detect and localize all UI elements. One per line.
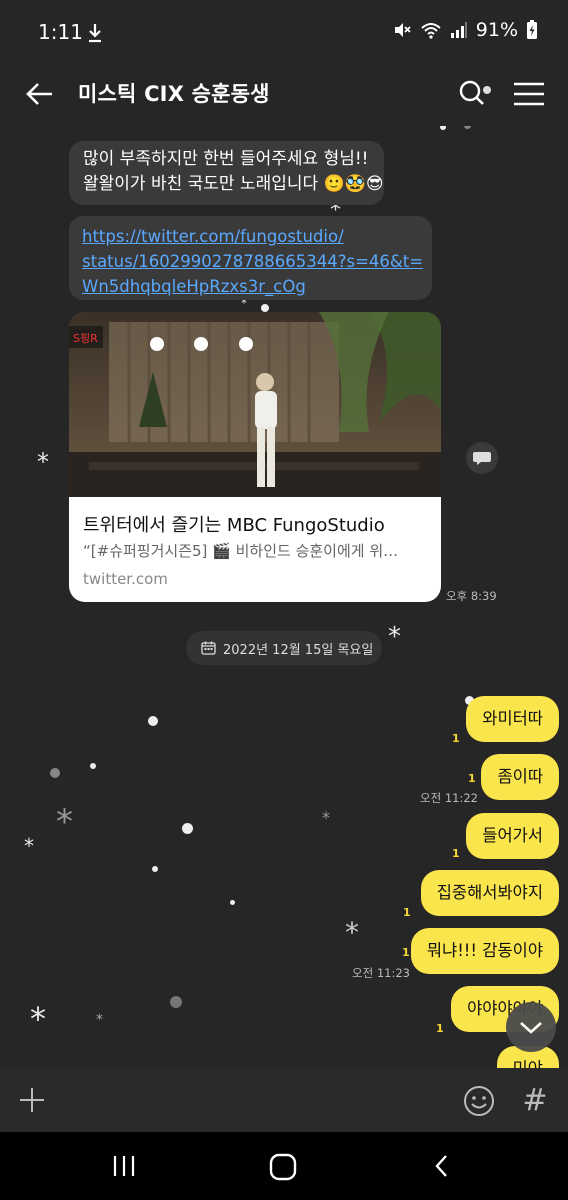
- chat-title: 미스틱 CIX 승훈동생: [78, 82, 270, 106]
- chevron-down-icon: [520, 1022, 542, 1034]
- snow-dot: [261, 304, 269, 312]
- message-time: 오전 11:23: [352, 966, 410, 980]
- unread-count: 1: [452, 732, 460, 745]
- date-separator: 2022년 12월 15일 목요일: [186, 631, 382, 665]
- recent-apps-icon[interactable]: [110, 1152, 138, 1180]
- snowflake-icon: *: [388, 622, 401, 652]
- back-arrow-icon[interactable]: [22, 76, 58, 112]
- unread-count: 1: [468, 772, 476, 785]
- battery-icon: [527, 20, 537, 39]
- status-bar: 1:11 91%: [0, 0, 568, 62]
- snow-dot: [170, 996, 182, 1008]
- emoji-icon[interactable]: [462, 1084, 496, 1118]
- share-button[interactable]: [466, 442, 498, 474]
- snowflake-icon: *: [96, 1012, 103, 1028]
- outgoing-message[interactable]: 좀이따: [481, 754, 559, 800]
- snow-dot: [50, 768, 60, 778]
- unread-count: 1: [402, 946, 410, 959]
- search-icon[interactable]: [456, 76, 496, 112]
- snow-dot: [440, 126, 446, 130]
- nav-back-icon[interactable]: [428, 1152, 456, 1180]
- calendar-icon: [201, 641, 216, 655]
- hash-icon[interactable]: #: [518, 1084, 552, 1118]
- message-time: 오전 11:22: [420, 791, 478, 805]
- signal-icon: [450, 22, 467, 38]
- snowflake-icon: *: [56, 802, 73, 842]
- link-line[interactable]: status/1602990278788665344?s=46&t=: [82, 249, 432, 274]
- unread-count: 1: [452, 847, 460, 860]
- link-line[interactable]: Wn5dhqbqleHpRzxs3r_cOg: [82, 274, 432, 299]
- date-label: 2022년 12월 15일 목요일: [223, 643, 374, 658]
- message-input[interactable]: [62, 1080, 446, 1122]
- snowflake-icon: *: [345, 916, 359, 949]
- status-icons: 91%: [392, 19, 538, 41]
- card-domain: twitter.com: [83, 570, 168, 588]
- chat-share-icon: [473, 452, 491, 465]
- snowflake-icon: *: [24, 834, 34, 858]
- battery-percent: 91%: [475, 19, 518, 41]
- download-icon: [89, 24, 101, 43]
- link-line[interactable]: https://twitter.com/fungostudio/: [82, 224, 432, 249]
- chat-area[interactable]: * * * * * * * * * * * 많이 부족하지만 한번 들어주세요 …: [0, 126, 568, 1068]
- message-input-bar: #: [0, 1068, 568, 1132]
- snow-dot: [148, 716, 158, 726]
- snowflake-icon: *: [30, 1000, 46, 1038]
- message-time: 오후 8:39: [446, 589, 497, 603]
- outgoing-message[interactable]: 뭐냐!!! 감동이야: [410, 928, 559, 974]
- status-time: 1:11: [38, 20, 83, 44]
- outgoing-message[interactable]: 들어가서: [466, 813, 559, 859]
- card-title: 트위터에서 즐기는 MBC FungoStudio: [83, 515, 385, 536]
- incoming-link-message[interactable]: https://twitter.com/fungostudio/ status/…: [69, 216, 432, 300]
- link-preview-card[interactable]: S핑R 트위터에서 즐기는 MBC FungoStudio “[#슈퍼핑거시즌5…: [69, 312, 441, 602]
- svg-text:S핑R: S핑R: [73, 332, 98, 345]
- snowflake-icon: *: [37, 448, 49, 476]
- chat-screen: 1:11 91% 미스틱 CIX 승훈동생 * * * * * * * * * …: [0, 0, 568, 1200]
- snow-dot: [182, 823, 193, 834]
- unread-count: 1: [403, 906, 411, 919]
- stage-scene-image: S핑R: [69, 312, 441, 497]
- chat-header: 미스틱 CIX 승훈동생: [0, 62, 568, 126]
- home-icon[interactable]: [268, 1152, 298, 1182]
- snow-dot: [90, 763, 96, 769]
- incoming-message[interactable]: 많이 부족하지만 한번 들어주세요 형님!! 왈왈이가 바친 국도만 노래입니다…: [69, 141, 384, 205]
- preview-image: S핑R: [69, 312, 441, 497]
- outgoing-message[interactable]: 와미터따: [466, 696, 559, 742]
- snow-dot: [230, 900, 235, 905]
- hamburger-menu-icon[interactable]: [510, 76, 548, 112]
- snow-dot: [152, 866, 158, 872]
- outgoing-message[interactable]: 집중해서봐야지: [420, 870, 559, 916]
- card-description: “[#슈퍼핑거시즌5] 🎬 비하인드 승훈이에게 위…: [83, 542, 399, 560]
- message-line: 많이 부족하지만 한번 들어주세요 형님!!: [83, 149, 369, 169]
- snow-dot: [464, 126, 471, 129]
- scroll-down-button[interactable]: [506, 1002, 556, 1052]
- snowflake-icon: *: [322, 808, 330, 827]
- message-line: 왈왈이가 바친 국도만 노래입니다 🙂🥸😎: [83, 174, 384, 194]
- plus-icon[interactable]: [16, 1084, 48, 1116]
- mute-icon: [394, 23, 411, 37]
- unread-count: 1: [436, 1022, 444, 1035]
- system-nav-bar: [0, 1132, 568, 1200]
- wifi-icon: [421, 23, 441, 39]
